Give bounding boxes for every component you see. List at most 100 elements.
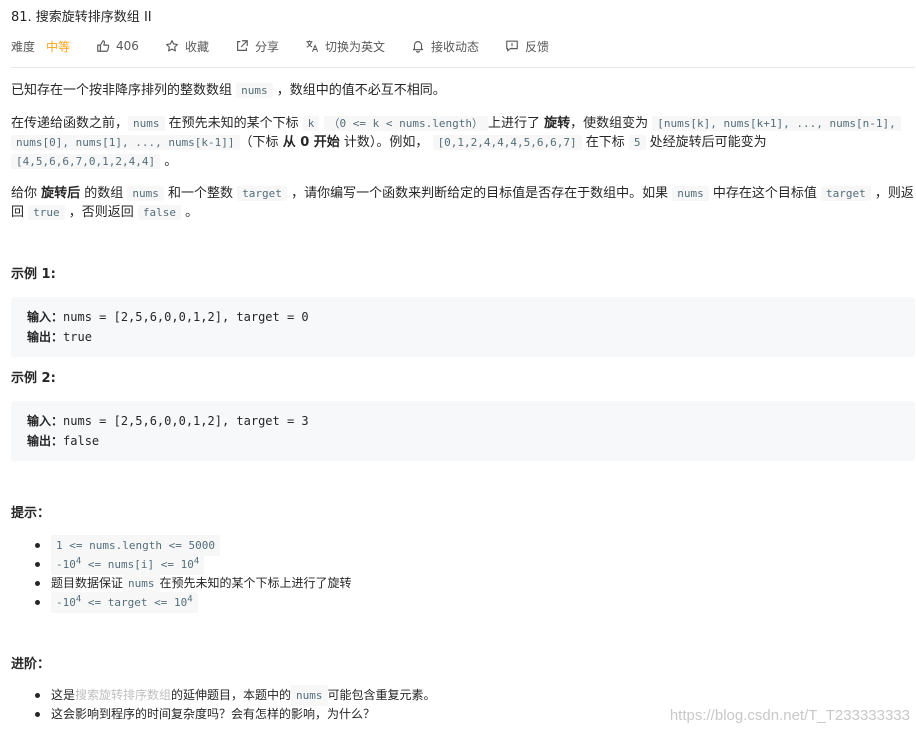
bullet [35, 543, 40, 548]
input-value: nums = [2,5,6,0,0,1,2], target = 0 [63, 310, 309, 324]
example-2-output: 输出：false [27, 431, 899, 451]
bold-text: 从 0 开始 [282, 135, 340, 150]
difficulty: 难度 中等 [11, 38, 70, 55]
inline-code: nums [127, 186, 164, 201]
feedback-button[interactable]: 反馈 [505, 38, 549, 55]
thumbs-up-icon [96, 39, 110, 53]
text: 在预先未知的某个下标上进行了旋转 [159, 576, 352, 590]
advanced-list: 这是 搜索旋转排序数组 的延伸题目，本题中的 nums 可能包含重复元素。 这会… [35, 685, 436, 724]
bold-text: 旋转 [544, 116, 571, 131]
text: 计数）。例如， [339, 135, 433, 150]
output-value: false [63, 434, 100, 448]
text: ，则返 [870, 186, 914, 201]
bullet [35, 693, 40, 698]
like-button[interactable]: 406 [96, 39, 139, 53]
problem-title: 81. 搜索旋转排序数组 II [11, 10, 152, 25]
inline-code: -104 <= nums[i] <= 104 [51, 554, 205, 575]
text: 和一个整数 [163, 186, 238, 201]
bell-icon [411, 39, 425, 53]
text: 。 [160, 154, 178, 169]
hints-heading: 提示： [11, 506, 51, 521]
list-item: 这是 搜索旋转排序数组 的延伸题目，本题中的 nums 可能包含重复元素。 [35, 685, 436, 706]
text: ，数组中的值不必互不相同。 [272, 83, 446, 98]
list-item: -104 <= target <= 104 [35, 592, 352, 613]
inline-code: -104 <= target <= 104 [51, 592, 198, 613]
inline-code: false [137, 205, 182, 220]
text: 这会影响到程序的时间复杂度吗？会有怎样的影响，为什么？ [51, 707, 376, 721]
text: 已知存在一个按非降序排列的整数数组 [11, 83, 237, 98]
example-1-block: 输入：nums = [2,5,6,0,0,1,2], target = 0 输出… [11, 297, 915, 357]
feedback-label: 反馈 [525, 39, 550, 54]
watermark: https://blog.csdn.net/T_T233333333 [669, 707, 910, 724]
inline-code: nums [128, 116, 165, 131]
share-icon [235, 39, 249, 53]
text: 可能包含重复元素。 [327, 688, 436, 702]
text: ，否则返回 [64, 205, 138, 220]
input-label: 输入： [27, 414, 64, 428]
favorite-button[interactable]: 收藏 [165, 38, 209, 55]
advanced-heading: 进阶： [11, 657, 51, 672]
subscribe-label: 接收动态 [430, 39, 479, 54]
example-1-input: 输入：nums = [2,5,6,0,0,1,2], target = 0 [27, 307, 899, 327]
list-item: 题目数据保证 nums 在预先未知的某个下标上进行了旋转 [35, 573, 352, 594]
translate-icon [305, 39, 319, 53]
output-label: 输出： [27, 330, 64, 344]
text: 在下标 [581, 135, 629, 150]
text: 。 [181, 205, 199, 220]
output-value: true [63, 330, 92, 344]
text: 的延伸题目，本题中的 [171, 688, 292, 702]
subscribe-button[interactable]: 接收动态 [411, 38, 479, 55]
text: 回 [11, 205, 29, 220]
switch-language-label: 切换为英文 [324, 39, 385, 54]
inline-code: nums [123, 573, 160, 594]
text: ，使数组变为 [570, 116, 653, 131]
inline-code: nums [672, 186, 709, 201]
favorite-label: 收藏 [184, 39, 209, 54]
feedback-icon [505, 39, 519, 53]
inline-code: [4,5,6,6,7,0,1,2,4,4] [11, 154, 161, 169]
text: 在传递给函数之前， [11, 116, 129, 131]
description-paragraph-2-line-2: nums[0], nums[1], ..., nums[k-1]] （下标 从 0… [11, 133, 767, 152]
switch-language-button[interactable]: 切换为英文 [305, 38, 385, 55]
text: （下标 [239, 135, 283, 150]
header-divider [11, 67, 915, 68]
inline-code: （0 <= k < nums.length） [323, 116, 488, 131]
description-paragraph-3-line-2: 回 true ，否则返回 false 。 [11, 203, 198, 222]
inline-code: nums [236, 83, 273, 98]
inline-code: true [28, 205, 65, 220]
related-problem-link[interactable]: 搜索旋转排序数组 [75, 686, 171, 705]
text: 处经旋转后可能变为 [645, 135, 767, 150]
text: 的数组 [80, 186, 128, 201]
inline-code: nums [291, 685, 328, 706]
description-paragraph-3-line-1: 给你 旋转后 的数组 nums 和一个整数 target ，请你编写一个函数来判… [11, 184, 914, 203]
example-2-block: 输入：nums = [2,5,6,0,0,1,2], target = 3 输出… [11, 401, 915, 461]
example-2-heading: 示例 2: [11, 371, 56, 386]
input-value: nums = [2,5,6,0,0,1,2], target = 3 [63, 414, 309, 428]
inline-code: target [820, 186, 871, 201]
text: 在预先未知的某个下标 [164, 116, 303, 131]
bullet [35, 712, 40, 717]
share-button[interactable]: 分享 [235, 38, 279, 55]
description-paragraph-1: 已知存在一个按非降序排列的整数数组 nums ，数组中的值不必互不相同。 [11, 81, 446, 100]
star-icon [165, 39, 179, 53]
share-label: 分享 [254, 39, 279, 54]
text: 题目数据保证 [51, 576, 124, 590]
difficulty-label: 难度 [11, 39, 36, 54]
inline-code: target [237, 186, 287, 201]
inline-code: [nums[k], nums[k+1], ..., nums[n-1], [652, 116, 901, 131]
inline-code: k [302, 116, 320, 131]
text: 上进行了 [488, 116, 545, 131]
list-item: 这会影响到程序的时间复杂度吗？会有怎样的影响，为什么？ [35, 705, 436, 724]
list-item: 1 <= nums.length <= 5000 [35, 535, 352, 556]
text: ，请你编写一个函数来判断给定的目标值是否存在于数组中。如果 [286, 186, 673, 201]
inline-code: [0,1,2,4,4,4,5,6,6,7] [432, 135, 582, 150]
description-paragraph-2-line-3: [4,5,6,6,7,0,1,2,4,4] 。 [11, 152, 177, 171]
bullet [35, 600, 40, 605]
text: 中存在这个目标值 [708, 186, 821, 201]
text: 给你 [11, 186, 42, 201]
difficulty-value: 中等 [46, 39, 71, 54]
inline-code: 1 <= nums.length <= 5000 [51, 535, 220, 556]
bold-text: 旋转后 [41, 186, 81, 201]
bullet [35, 581, 40, 586]
bullet [35, 562, 40, 567]
